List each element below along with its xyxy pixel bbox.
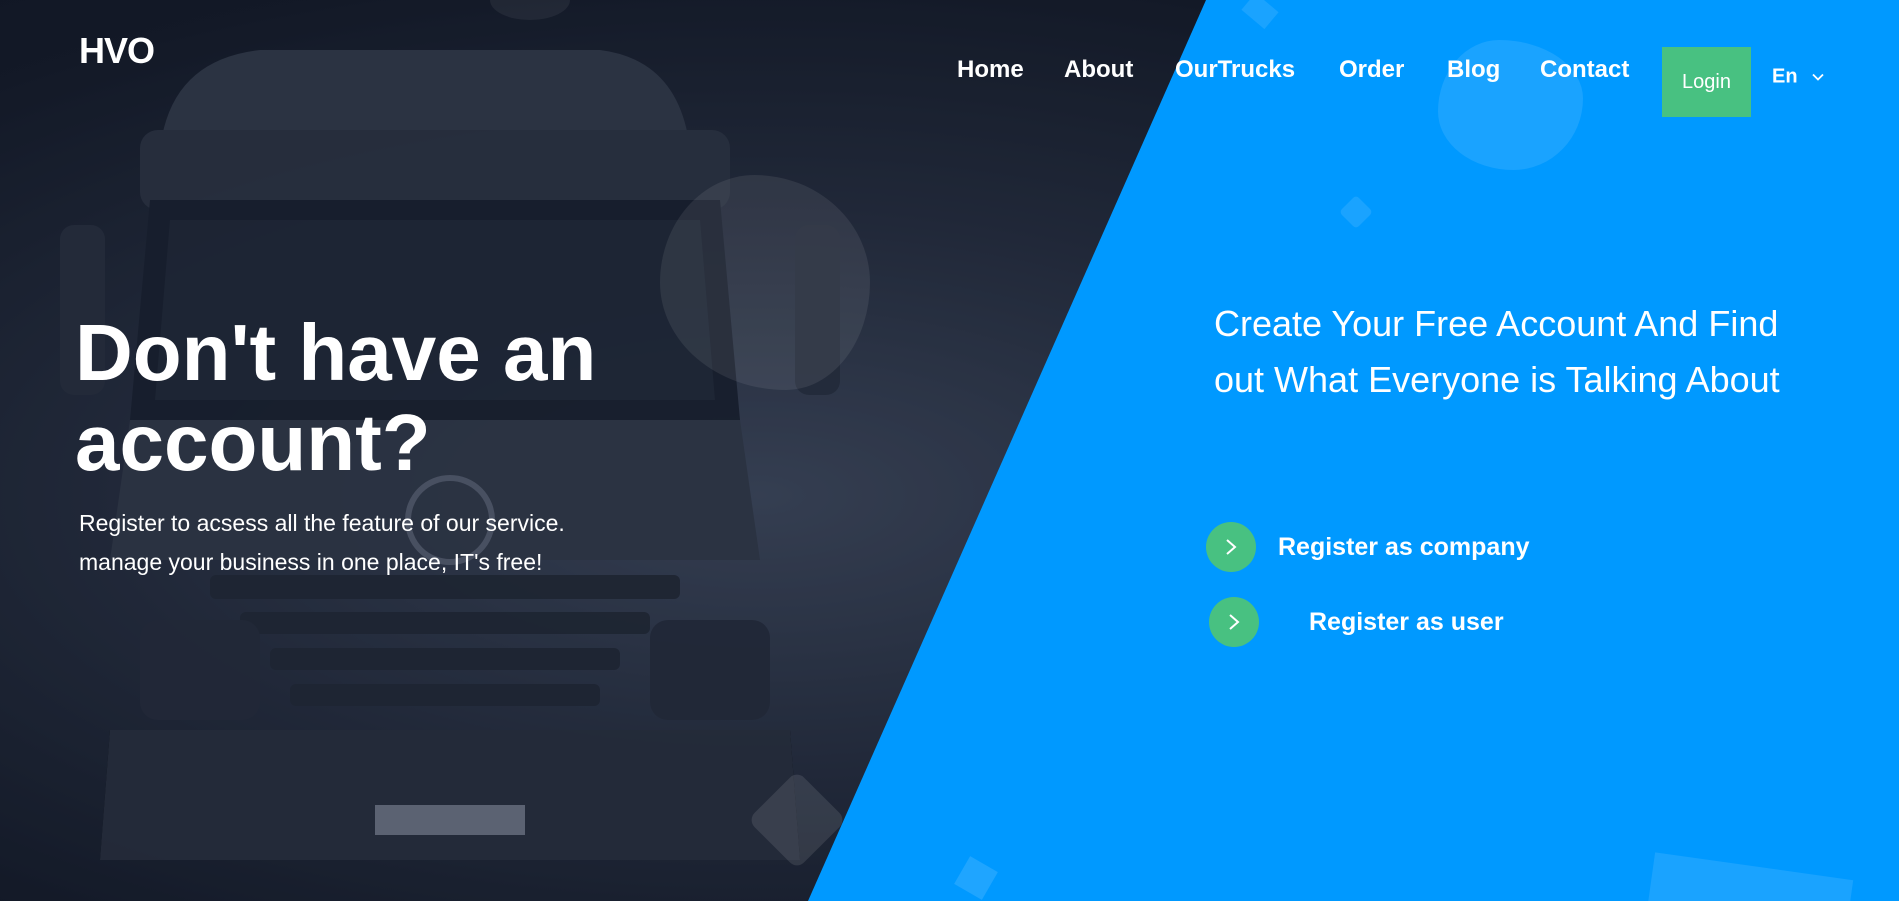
register-company-link[interactable]: Register as company <box>1206 522 1530 572</box>
chevron-down-icon <box>1811 73 1824 81</box>
chevron-right-icon <box>1209 597 1259 647</box>
nav-about[interactable]: About <box>1064 56 1133 84</box>
chevron-right-icon <box>1206 522 1256 572</box>
register-company-label: Register as company <box>1278 532 1530 561</box>
nav-home[interactable]: Home <box>957 56 1024 84</box>
hero-subtext-line: manage your business in one place, IT's … <box>79 549 543 575</box>
signup-tagline: Create Your Free Account And Find out Wh… <box>1214 303 1780 400</box>
language-selector[interactable]: En <box>1772 66 1824 89</box>
register-user-link[interactable]: Register as user <box>1209 597 1504 647</box>
nav-order[interactable]: Order <box>1339 56 1404 84</box>
nav-ourtrucks[interactable]: OurTrucks <box>1175 56 1295 84</box>
hero-subtext: Register to acsess all the feature of ou… <box>79 504 565 582</box>
register-user-label: Register as user <box>1309 607 1504 636</box>
hero-headline: Don't have an account? <box>75 308 597 487</box>
nav-contact[interactable]: Contact <box>1540 56 1629 84</box>
nav-blog[interactable]: Blog <box>1447 56 1500 84</box>
hero-subtext-line: Register to acsess all the feature of ou… <box>79 510 565 536</box>
login-button[interactable]: Login <box>1662 47 1751 117</box>
logo[interactable]: HVO <box>79 30 155 72</box>
language-label: En <box>1772 65 1798 88</box>
